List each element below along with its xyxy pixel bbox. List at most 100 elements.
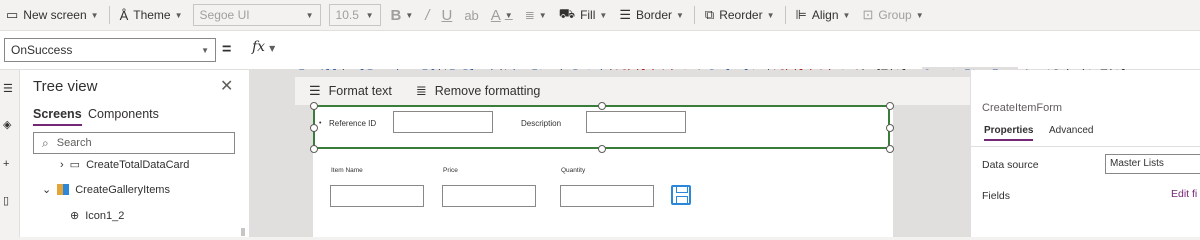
- tab-components[interactable]: Components: [88, 107, 159, 124]
- fx-button[interactable]: fx ▼: [252, 39, 275, 55]
- resize-handle[interactable]: [310, 102, 318, 110]
- theme-icon: Å: [119, 7, 129, 23]
- divider: [971, 146, 1200, 147]
- fill-button[interactable]: ⛟ Fill ▼: [553, 0, 614, 30]
- quantity-label: Quantity: [561, 167, 586, 174]
- group-button[interactable]: ⊡ Group ▼: [856, 0, 929, 30]
- chevron-down-icon: ▼: [766, 10, 775, 20]
- tree-item-label: CreateGalleryItems: [75, 183, 170, 196]
- align-button[interactable]: ⊫ Align ▼: [790, 0, 857, 30]
- tree-item-creategalleryitems[interactable]: ⌄ CreateGalleryItems: [42, 183, 170, 197]
- resize-handle[interactable]: [886, 145, 894, 153]
- resize-handle[interactable]: [598, 145, 606, 153]
- underline-button[interactable]: U: [435, 0, 458, 30]
- plus-icon[interactable]: +: [3, 158, 9, 170]
- hamburger-icon[interactable]: ☰: [3, 82, 13, 95]
- gallery-icon: [57, 184, 70, 195]
- format-text-label: Format text: [328, 84, 392, 98]
- chevron-down-icon: ▼: [842, 10, 851, 20]
- control-name: CreateItemForm: [982, 102, 1063, 114]
- search-input[interactable]: ⌕ Search: [33, 132, 235, 154]
- resize-handle[interactable]: [310, 145, 318, 153]
- text-align-button[interactable]: ≣ ▼: [519, 0, 553, 30]
- border-button[interactable]: ☰ Border ▼: [613, 0, 690, 30]
- paint-bucket-icon: ⛟: [558, 6, 576, 21]
- scrollbar-thumb[interactable]: [241, 228, 245, 236]
- close-icon[interactable]: ✕: [220, 76, 233, 96]
- resize-handle[interactable]: [598, 102, 606, 110]
- resize-handle[interactable]: [886, 102, 894, 110]
- strikethrough-button[interactable]: ab: [458, 0, 484, 30]
- item-name-input[interactable]: [330, 185, 424, 207]
- format-text-button[interactable]: ☰ Format text: [309, 83, 392, 99]
- text-align-icon: ≣: [524, 8, 535, 22]
- font-family-value: Segoe UI: [199, 8, 250, 22]
- card-icon: ▭: [69, 159, 81, 171]
- search-icon: ⌕: [42, 135, 49, 150]
- chevron-down-icon: ▼: [538, 10, 547, 20]
- icon-control-icon: ⊕: [70, 210, 80, 222]
- border-label: Border: [635, 8, 672, 22]
- italic-button[interactable]: /: [419, 0, 435, 30]
- theme-button[interactable]: Å Theme ▼: [114, 0, 189, 30]
- fields-label: Fields: [982, 190, 1011, 202]
- group-icon: ⊡: [862, 7, 874, 22]
- new-screen-button[interactable]: ▭ New screen ▼: [0, 0, 105, 30]
- tree-view-panel: Tree view ✕ Screens Components ⌕ Search …: [20, 70, 250, 237]
- format-bar: ☰ Format text ≣ Remove formatting: [295, 77, 970, 105]
- chevron-down-icon: ▼: [676, 10, 684, 20]
- required-asterisk: •: [319, 120, 322, 127]
- font-family-select[interactable]: Segoe UI ▼: [192, 4, 321, 26]
- font-color-button[interactable]: A ▼: [485, 0, 519, 30]
- tree-view-title: Tree view: [33, 78, 98, 95]
- tree-item-createtotaldatacard[interactable]: › ▭ CreateTotalDataCard: [60, 158, 190, 172]
- description-input[interactable]: [586, 111, 686, 133]
- tab-properties[interactable]: Properties: [984, 125, 1034, 141]
- fx-label: fx: [252, 39, 266, 55]
- bold-button[interactable]: B ▼: [385, 0, 420, 30]
- reference-id-input[interactable]: [393, 111, 493, 133]
- chevron-down-icon: ▼: [90, 10, 99, 20]
- data-source-label: Data source: [982, 159, 1039, 171]
- tab-screens[interactable]: Screens: [33, 107, 82, 126]
- align-left-icon: ⊫: [795, 7, 807, 22]
- toolbar-divider: [784, 6, 786, 24]
- format-text-icon: ☰: [309, 83, 321, 98]
- tab-advanced[interactable]: Advanced: [1049, 125, 1093, 139]
- resize-handle[interactable]: [886, 124, 894, 132]
- chevron-down-icon: ▼: [305, 10, 314, 20]
- layers-icon[interactable]: ◈: [3, 118, 11, 131]
- chevron-down-icon: ⌄: [42, 184, 52, 196]
- price-label: Price: [443, 167, 458, 174]
- new-screen-label: New screen: [23, 8, 87, 22]
- tree-item-label: Icon1_2: [85, 209, 125, 222]
- save-icon[interactable]: [671, 185, 691, 205]
- price-input[interactable]: [442, 185, 536, 207]
- description-label: Description: [521, 119, 562, 128]
- reference-id-label: Reference ID: [329, 119, 377, 128]
- tree-item-icon1-2[interactable]: ⊕ Icon1_2: [70, 209, 125, 223]
- remove-formatting-icon: ≣: [415, 83, 427, 98]
- font-size-value: 10.5: [335, 8, 359, 22]
- property-select[interactable]: OnSuccess ▼: [4, 38, 216, 62]
- reorder-button[interactable]: ⧉ Reorder ▼: [699, 0, 781, 30]
- reorder-icon: ⧉: [704, 7, 715, 22]
- chevron-down-icon: ▼: [269, 44, 276, 53]
- border-icon: ☰: [619, 7, 631, 22]
- toolbar-divider: [108, 6, 110, 24]
- reorder-label: Reorder: [719, 8, 763, 22]
- align-label: Align: [811, 8, 839, 22]
- property-value: OnSuccess: [11, 43, 73, 57]
- data-icon[interactable]: ▯: [3, 194, 9, 207]
- edit-fields-link[interactable]: Edit fi: [1171, 188, 1197, 200]
- tree-item-label: CreateTotalDataCard: [86, 158, 190, 171]
- remove-formatting-button[interactable]: ≣ Remove formatting: [416, 83, 541, 99]
- chevron-right-icon: ›: [60, 158, 64, 171]
- resize-handle[interactable]: [310, 124, 318, 132]
- font-size-select[interactable]: 10.5 ▼: [328, 4, 381, 26]
- data-source-select[interactable]: Master Lists: [1105, 154, 1200, 174]
- formula-bar: OnSuccess ▼ = fx▼ ForAll(colInvoice,If(!…: [0, 30, 1200, 126]
- quantity-input[interactable]: [560, 185, 654, 207]
- chevron-down-icon: ▼: [599, 10, 608, 20]
- data-source-value: Master Lists: [1110, 158, 1164, 169]
